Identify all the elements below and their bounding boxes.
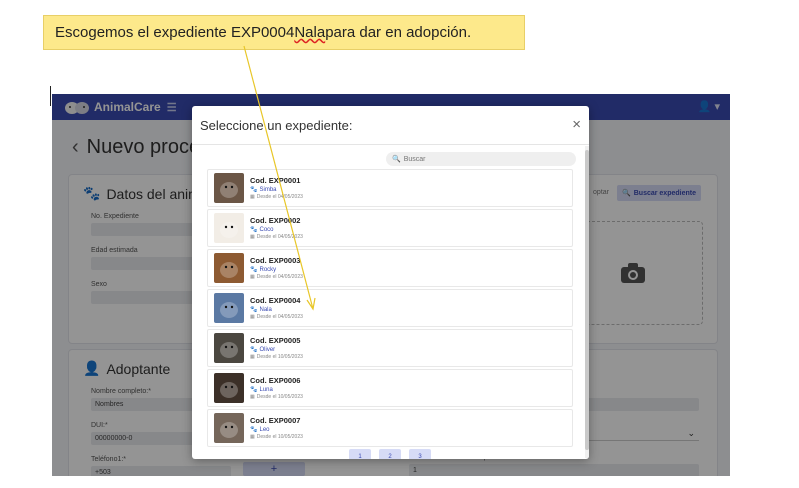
- animal-name-text: Luna: [259, 386, 273, 393]
- search-icon: 🔍: [392, 156, 401, 163]
- paw-icon: 🐾: [250, 427, 258, 433]
- animal-photo: [214, 413, 244, 443]
- calendar-icon: ▦: [250, 274, 255, 280]
- search-input[interactable]: [403, 155, 564, 163]
- record-date-text: Desde el 10/05/2023: [256, 434, 303, 440]
- record-info: Cod. EXP0001 🐾 Simba ▦ Desde el 04/05/2023: [250, 176, 303, 200]
- callout-text-highlight: Nala: [294, 24, 326, 41]
- record-info: Cod. EXP0003 🐾 Rocky ▦ Desde el 04/05/2023: [250, 256, 303, 280]
- paw-icon: 🐾: [250, 267, 258, 273]
- text-cursor: [50, 86, 51, 106]
- record-date-text: Desde el 04/05/2023: [256, 194, 303, 200]
- animal-name: 🐾 Coco: [250, 226, 303, 234]
- calendar-icon: ▦: [250, 394, 255, 400]
- record-date: ▦ Desde el 04/05/2023: [250, 194, 303, 200]
- record-code: Cod. EXP0007: [250, 416, 301, 425]
- paw-icon: 🐾: [250, 347, 258, 353]
- animal-name: 🐾 Rocky: [250, 266, 303, 274]
- animal-photo: [214, 213, 244, 243]
- calendar-icon: ▦: [250, 234, 255, 240]
- animal-photo: [214, 253, 244, 283]
- paw-icon: 🐾: [250, 187, 258, 193]
- record-date: ▦ Desde el 10/05/2023: [250, 394, 303, 400]
- record-code: Cod. EXP0004: [250, 296, 301, 305]
- record-list-item[interactable]: Cod. EXP0001 🐾 Simba ▦ Desde el 04/05/2023: [207, 169, 573, 207]
- animal-name: 🐾 Oliver: [250, 346, 303, 354]
- record-list-item[interactable]: Cod. EXP0007 🐾 Leo ▦ Desde el 10/05/2023: [207, 409, 573, 447]
- modal-title: Seleccione un expediente:: [200, 118, 353, 133]
- animal-name-text: Nala: [259, 306, 272, 313]
- record-code: Cod. EXP0006: [250, 376, 301, 385]
- record-info: Cod. EXP0005 🐾 Oliver ▦ Desde el 10/05/2023: [250, 336, 303, 360]
- record-date: ▦ Desde el 04/05/2023: [250, 314, 303, 320]
- paw-icon: 🐾: [250, 227, 258, 233]
- close-icon[interactable]: ×: [572, 116, 581, 133]
- calendar-icon: ▦: [250, 314, 255, 320]
- callout-text-start: Escogemos el expediente EXP0004: [55, 24, 295, 41]
- animal-name: 🐾 Leo: [250, 426, 303, 434]
- animal-name-text: Oliver: [259, 346, 276, 353]
- record-code: Cod. EXP0001: [250, 176, 301, 185]
- record-date-text: Desde el 04/05/2023: [256, 234, 303, 240]
- animal-name-text: Coco: [259, 226, 274, 233]
- animal-name-text: Leo: [259, 426, 270, 433]
- record-list-item[interactable]: Cod. EXP0003 🐾 Rocky ▦ Desde el 04/05/2023: [207, 249, 573, 287]
- record-date: ▦ Desde el 10/05/2023: [250, 434, 303, 440]
- scrollbar-thumb[interactable]: [585, 150, 589, 450]
- record-code: Cod. EXP0005: [250, 336, 301, 345]
- record-date-text: Desde el 10/05/2023: [256, 354, 303, 360]
- record-code: Cod. EXP0003: [250, 256, 301, 265]
- record-list-item[interactable]: Cod. EXP0006 🐾 Luna ▦ Desde el 10/05/2023: [207, 369, 573, 407]
- animal-photo: [214, 173, 244, 203]
- select-record-modal: Seleccione un expediente: × 🔍 Cod. EXP00…: [192, 106, 589, 459]
- page-button[interactable]: 1: [349, 449, 371, 459]
- record-info: Cod. EXP0006 🐾 Luna ▦ Desde el 10/05/2023: [250, 376, 303, 400]
- record-date: ▦ Desde el 04/05/2023: [250, 234, 303, 240]
- paw-icon: 🐾: [250, 307, 258, 313]
- animal-photo: [214, 333, 244, 363]
- calendar-icon: ▦: [250, 194, 255, 200]
- modal-header: Seleccione un expediente: ×: [192, 106, 589, 145]
- document-page: Escogemos el expediente EXP0004 Nala par…: [0, 0, 799, 488]
- record-info: Cod. EXP0004 🐾 Nala ▦ Desde el 04/05/2023: [250, 296, 303, 320]
- record-list: Cod. EXP0001 🐾 Simba ▦ Desde el 04/05/2023 Co…: [207, 169, 573, 449]
- animal-name-text: Simba: [259, 186, 277, 193]
- pagination: 123: [349, 449, 431, 459]
- record-code: Cod. EXP0002: [250, 216, 301, 225]
- animal-photo: [214, 293, 244, 323]
- record-info: Cod. EXP0002 🐾 Coco ▦ Desde el 04/05/2023: [250, 216, 303, 240]
- record-date-text: Desde el 04/05/2023: [256, 314, 303, 320]
- annotation-callout: Escogemos el expediente EXP0004 Nala par…: [43, 15, 525, 50]
- paw-icon: 🐾: [250, 387, 258, 393]
- callout-text-end: para dar en adopción.: [325, 24, 472, 41]
- record-date-text: Desde el 10/05/2023: [256, 394, 303, 400]
- calendar-icon: ▦: [250, 354, 255, 360]
- animal-name-text: Rocky: [259, 266, 277, 273]
- page-button[interactable]: 2: [379, 449, 401, 459]
- record-list-item[interactable]: Cod. EXP0002 🐾 Coco ▦ Desde el 04/05/2023: [207, 209, 573, 247]
- animal-name: 🐾 Luna: [250, 386, 303, 394]
- record-date: ▦ Desde el 10/05/2023: [250, 354, 303, 360]
- search-box: 🔍: [386, 152, 576, 166]
- scrollbar[interactable]: [585, 146, 589, 458]
- record-date-text: Desde el 04/05/2023: [256, 274, 303, 280]
- animal-photo: [214, 373, 244, 403]
- calendar-icon: ▦: [250, 434, 255, 440]
- page-button[interactable]: 3: [409, 449, 431, 459]
- animal-name: 🐾 Nala: [250, 306, 303, 314]
- animal-name: 🐾 Simba: [250, 186, 303, 194]
- record-info: Cod. EXP0007 🐾 Leo ▦ Desde el 10/05/2023: [250, 416, 303, 440]
- record-date: ▦ Desde el 04/05/2023: [250, 274, 303, 280]
- record-list-item[interactable]: Cod. EXP0005 🐾 Oliver ▦ Desde el 10/05/2023: [207, 329, 573, 367]
- record-list-item[interactable]: Cod. EXP0004 🐾 Nala ▦ Desde el 04/05/2023: [207, 289, 573, 327]
